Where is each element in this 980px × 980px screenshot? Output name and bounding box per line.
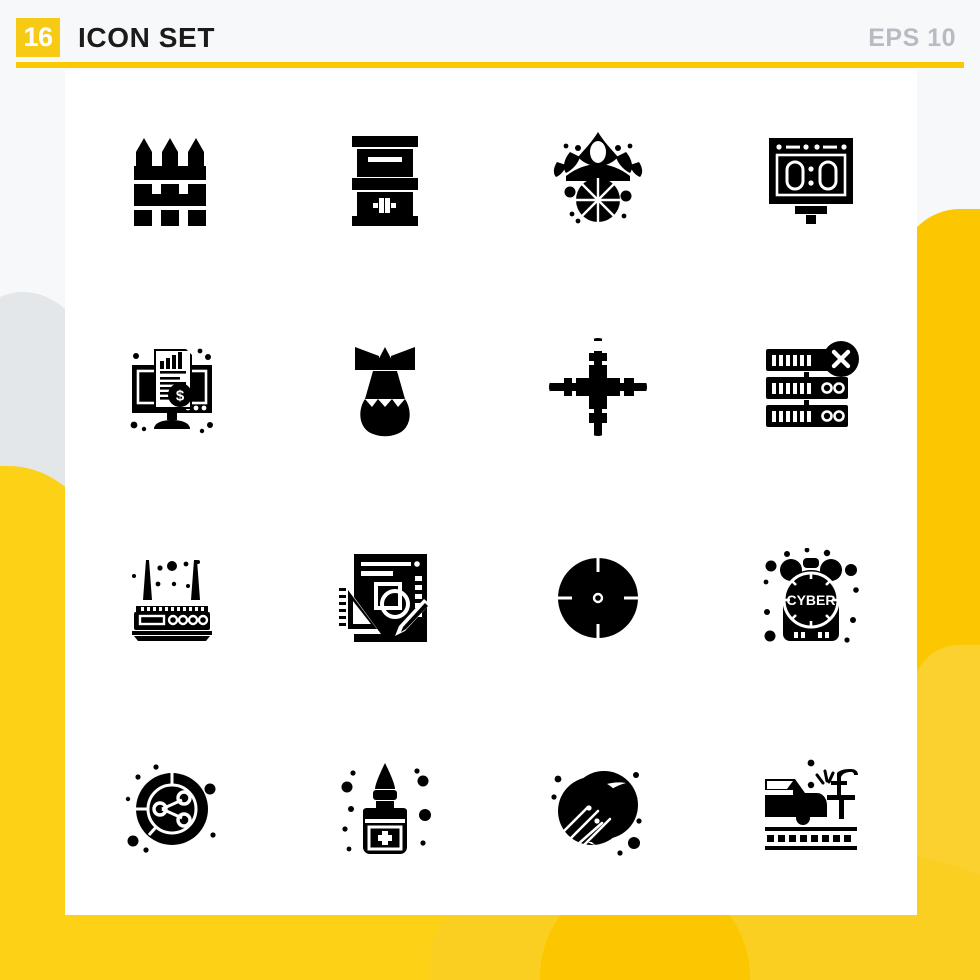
icon-cell-target[interactable] [491,493,704,704]
icon-cell-bomb[interactable] [278,281,491,492]
poster-header: 16 ICON SET EPS 10 [0,0,980,70]
wifi-router-icon [131,560,212,642]
server-error-icon [765,340,859,427]
icon-cell-barrel[interactable] [278,70,491,281]
cyber-label: CYBER [786,592,835,608]
icon-cell-financial-report[interactable]: $ [65,281,278,492]
icon-cell-road-accident[interactable] [704,704,917,915]
target-crosshair-icon [555,556,640,641]
car-bike-accident-icon [764,759,858,851]
graphic-design-icon [338,554,430,643]
icon-cell-scoreboard[interactable] [704,70,917,281]
icon-cell-cyber-clock[interactable]: CYBER [704,493,917,704]
icon-grid-card: $ CYBER [65,70,917,915]
scoreboard-icon [768,137,853,224]
header-divider [16,62,964,68]
icon-cell-basketball-crown[interactable] [491,70,704,281]
share-network-icon [125,764,216,853]
icon-cell-tools[interactable] [491,281,704,492]
icon-cell-share[interactable] [65,704,278,915]
icon-cell-server-error[interactable] [704,281,917,492]
cricket-ball-icon [550,771,642,857]
icon-grid: $ CYBER [65,70,917,915]
icon-count-badge: 16 [16,18,60,57]
oil-barrel-icon [351,135,418,226]
icon-cell-router[interactable] [65,493,278,704]
icon-set-poster: 16 ICON SET EPS 10 $ CYBER [0,0,980,980]
icon-cell-graphic-design[interactable] [278,493,491,704]
fence-icon [133,137,206,226]
icon-cell-medicine-bottle[interactable] [278,704,491,915]
crossed-wrenches-icon [548,337,648,437]
cyber-alarm-clock-icon: CYBER [763,548,859,643]
decorative-gold-blob-right-lower [912,645,980,980]
bomb-icon [354,346,415,437]
icon-cell-cricket-ball[interactable] [491,704,704,915]
icon-cell-fence[interactable] [65,70,278,281]
dollar-symbol: $ [175,387,184,404]
financial-report-monitor-icon: $ [130,348,213,434]
medicine-dropper-icon [341,763,431,855]
page-title: ICON SET [78,22,216,53]
eps-version-label: EPS 10 [868,24,956,52]
basketball-crown-icon [553,131,642,224]
